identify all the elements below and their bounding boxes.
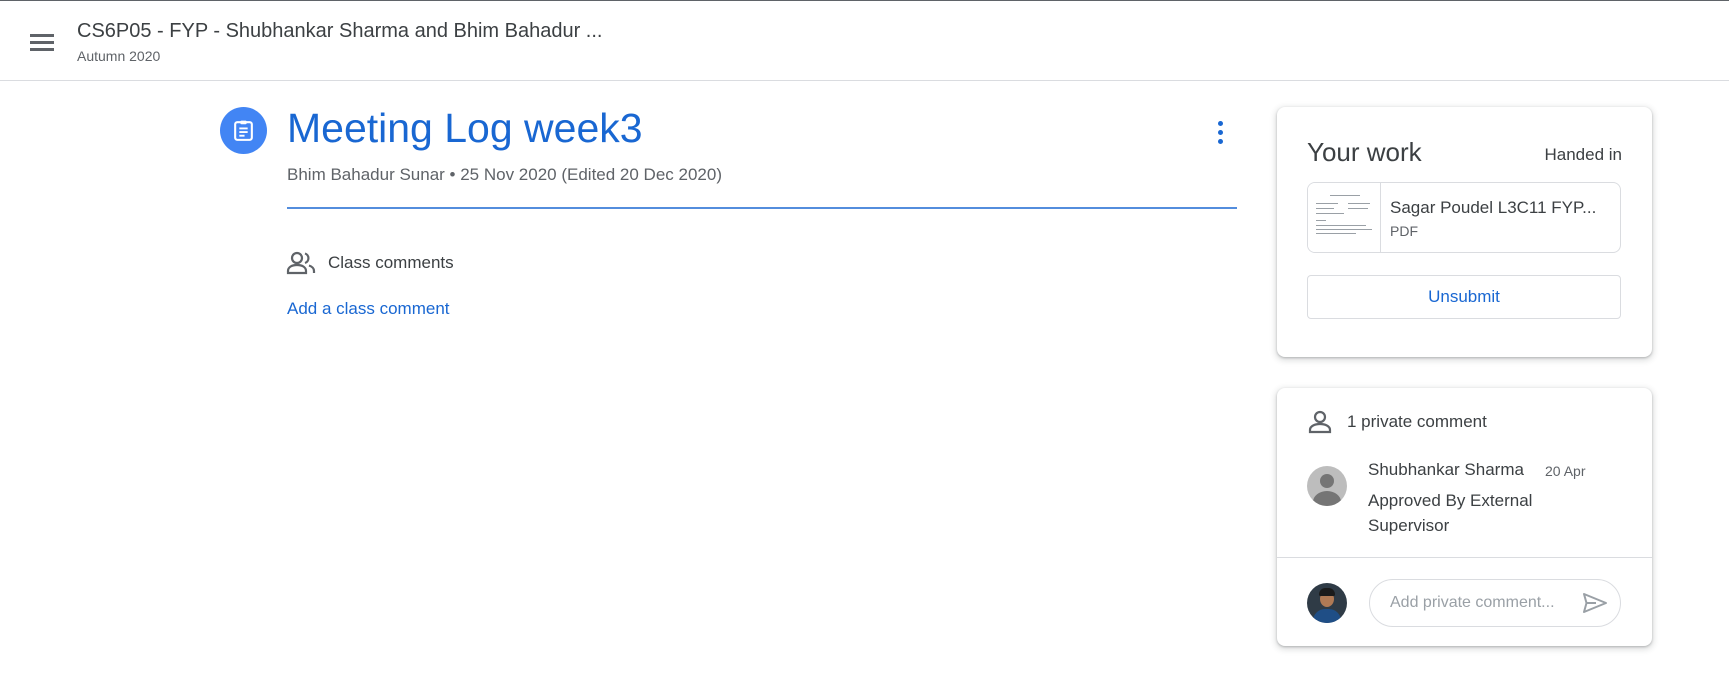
comment-text: Approved By External Supervisor: [1368, 491, 1533, 535]
private-comments-card: 1 private comment Shubhankar Sharma 20 A…: [1277, 388, 1652, 646]
private-comment-count: 1 private comment: [1347, 412, 1487, 431]
submission-status: Handed in: [1544, 145, 1622, 164]
class-subtitle: Autumn 2020: [77, 48, 161, 64]
top-app-bar: CS6P05 - FYP - Shubhankar Sharma and Bhi…: [0, 0, 1729, 81]
your-work-title: Your work: [1307, 137, 1422, 167]
attachment-card[interactable]: Sagar Poudel L3C11 FYP... PDF: [1307, 182, 1621, 253]
avatar: [1307, 466, 1347, 506]
assignment-byline: Bhim Bahadur Sunar • 25 Nov 2020 (Edited…: [287, 165, 722, 184]
attachment-type: PDF: [1390, 223, 1418, 239]
comment-author: Shubhankar Sharma: [1368, 460, 1524, 479]
more-options-icon[interactable]: [1208, 118, 1234, 148]
assignment-icon: [220, 107, 267, 154]
assignment-title: Meeting Log week3: [287, 105, 643, 151]
your-work-card: Your work Handed in Sagar Poudel L3C11 F…: [1277, 107, 1652, 357]
menu-icon[interactable]: [24, 25, 60, 61]
class-comments-icon: [286, 251, 316, 280]
private-comment-input[interactable]: [1388, 593, 1572, 613]
class-comments-label: Class comments: [328, 253, 454, 272]
user-avatar: [1307, 583, 1347, 623]
send-icon[interactable]: [1582, 591, 1608, 620]
person-icon: [1307, 410, 1333, 439]
private-comment-field[interactable]: [1369, 579, 1621, 627]
pdf-thumbnail: [1308, 183, 1381, 252]
title-divider: [287, 207, 1237, 209]
class-title[interactable]: CS6P05 - FYP - Shubhankar Sharma and Bhi…: [77, 20, 602, 43]
attachment-name: Sagar Poudel L3C11 FYP...: [1390, 198, 1597, 217]
comment-divider: [1277, 557, 1652, 558]
comment-date: 20 Apr: [1545, 463, 1586, 479]
add-class-comment-link[interactable]: Add a class comment: [287, 299, 450, 319]
unsubmit-button[interactable]: Unsubmit: [1307, 275, 1621, 319]
